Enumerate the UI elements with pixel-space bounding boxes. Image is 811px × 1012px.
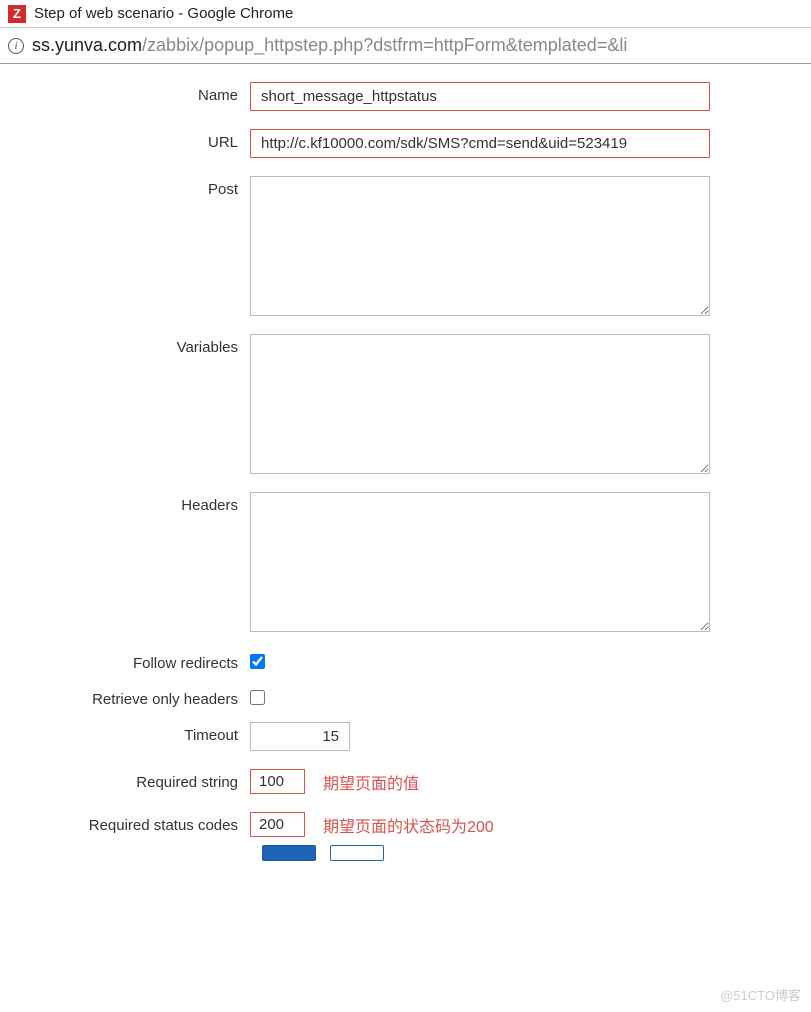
variables-label: Variables	[20, 334, 250, 356]
required-status-label: Required status codes	[20, 812, 250, 834]
url-domain: ss.yunva.com	[32, 35, 142, 55]
follow-redirects-checkbox[interactable]	[250, 654, 265, 669]
name-input[interactable]	[250, 82, 710, 111]
cancel-button[interactable]	[330, 845, 384, 861]
site-info-icon[interactable]: i	[8, 38, 24, 54]
required-status-input[interactable]	[250, 812, 305, 837]
name-label: Name	[20, 82, 250, 104]
url-path: /zabbix/popup_httpstep.php?dstfrm=httpFo…	[142, 35, 627, 55]
retrieve-headers-checkbox[interactable]	[250, 690, 265, 705]
url-text: ss.yunva.com/zabbix/popup_httpstep.php?d…	[32, 35, 627, 56]
variables-textarea[interactable]	[250, 334, 710, 474]
retrieve-headers-label: Retrieve only headers	[20, 686, 250, 708]
window-titlebar: Z Step of web scenario - Google Chrome	[0, 0, 811, 28]
button-row	[262, 845, 791, 861]
address-bar[interactable]: i ss.yunva.com/zabbix/popup_httpstep.php…	[0, 28, 811, 64]
headers-label: Headers	[20, 492, 250, 514]
window-title: Step of web scenario - Google Chrome	[34, 5, 293, 22]
timeout-label: Timeout	[20, 722, 250, 744]
form-content: Name URL Post Variables Headers Follow r…	[0, 64, 811, 861]
required-string-input[interactable]	[250, 769, 305, 794]
required-status-annotation: 期望页面的状态码为200	[323, 813, 494, 837]
follow-redirects-label: Follow redirects	[20, 650, 250, 672]
zabbix-favicon: Z	[8, 5, 26, 23]
timeout-input[interactable]	[250, 722, 350, 751]
required-string-annotation: 期望页面的值	[323, 770, 419, 794]
url-label: URL	[20, 129, 250, 151]
url-input[interactable]	[250, 129, 710, 158]
post-label: Post	[20, 176, 250, 198]
watermark-text: @51CTO博客	[720, 985, 801, 1004]
post-textarea[interactable]	[250, 176, 710, 316]
update-button[interactable]	[262, 845, 316, 861]
required-string-label: Required string	[20, 769, 250, 791]
headers-textarea[interactable]	[250, 492, 710, 632]
